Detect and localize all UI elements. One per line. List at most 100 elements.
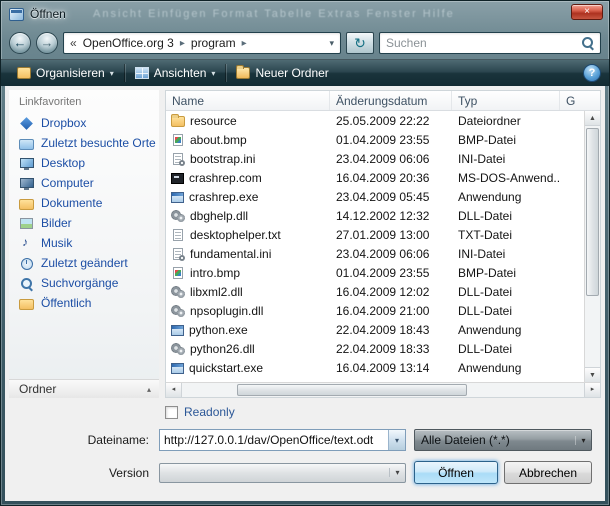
file-name: bootstrap.ini bbox=[190, 152, 255, 166]
vertical-scrollbar[interactable]: ▲ ▼ bbox=[584, 111, 600, 382]
views-icon bbox=[135, 67, 149, 79]
search-icon[interactable] bbox=[582, 37, 594, 49]
search-input[interactable] bbox=[386, 36, 582, 50]
file-date: 16.04.2009 20:36 bbox=[330, 171, 452, 185]
file-row[interactable]: bootstrap.ini 23.04.2009 06:06 INI-Datei bbox=[166, 149, 584, 168]
cancel-button[interactable]: Abbrechen bbox=[504, 461, 592, 484]
scroll-right-icon[interactable]: ▸ bbox=[584, 383, 600, 397]
navigation-bar: ← → « OpenOffice.org 3▸program▸ ▾ ↻ bbox=[1, 27, 609, 59]
file-row[interactable]: desktophelper.txt 27.01.2009 13:00 TXT-D… bbox=[166, 225, 584, 244]
readonly-label[interactable]: Readonly bbox=[184, 405, 235, 419]
filename-dropdown-icon[interactable]: ▾ bbox=[388, 430, 405, 450]
filetype-combobox[interactable]: Alle Dateien (*.*) ▾ bbox=[414, 429, 592, 451]
sidebar-item[interactable]: Zuletzt geändert bbox=[9, 253, 159, 273]
version-dropdown-icon[interactable]: ▾ bbox=[389, 468, 405, 477]
sidebar-item-icon bbox=[19, 157, 34, 170]
sidebar-item-label: Computer bbox=[41, 176, 94, 190]
scroll-up-icon[interactable]: ▲ bbox=[585, 111, 600, 126]
title-bar[interactable]: Öffnen Ansicht Einfügen Format Tabelle E… bbox=[1, 1, 609, 27]
file-name: npsoplugin.dll bbox=[190, 304, 263, 318]
filename-input[interactable] bbox=[160, 430, 388, 450]
new-folder-button[interactable]: Neuer Ordner bbox=[228, 63, 336, 83]
column-header-type[interactable]: Typ bbox=[452, 91, 560, 110]
sidebar-item[interactable]: Musik bbox=[9, 233, 159, 253]
sidebar-item[interactable]: Dropbox bbox=[9, 113, 159, 133]
file-row[interactable]: crashrep.com 16.04.2009 20:36 MS-DOS-Anw… bbox=[166, 168, 584, 187]
file-name: fundamental.ini bbox=[190, 247, 271, 261]
help-button[interactable]: ? bbox=[583, 64, 601, 82]
filetype-dropdown-icon[interactable]: ▾ bbox=[575, 436, 591, 445]
breadcrumb-separator-icon[interactable]: ▸ bbox=[176, 38, 189, 49]
views-button[interactable]: Ansichten ▾ bbox=[127, 63, 224, 83]
horizontal-scroll-thumb[interactable] bbox=[237, 384, 467, 396]
breadcrumb: OpenOffice.org 3▸program▸ bbox=[81, 36, 328, 50]
sidebar-item-label: Musik bbox=[41, 236, 72, 250]
file-date: 16.04.2009 13:14 bbox=[330, 361, 452, 375]
sidebar-item[interactable]: Bilder bbox=[9, 213, 159, 233]
breadcrumb-overflow-icon[interactable]: « bbox=[70, 36, 77, 50]
forward-button[interactable]: → bbox=[36, 32, 58, 54]
file-row[interactable]: dbghelp.dll 14.12.2002 12:32 DLL-Datei bbox=[166, 206, 584, 225]
file-type: DLL-Datei bbox=[452, 209, 560, 223]
breadcrumb-separator-icon[interactable]: ▸ bbox=[238, 38, 251, 49]
file-row[interactable]: quickstart.exe 16.04.2009 13:14 Anwendun… bbox=[166, 358, 584, 377]
file-row[interactable]: fundamental.ini 23.04.2009 06:06 INI-Dat… bbox=[166, 244, 584, 263]
readonly-checkbox[interactable] bbox=[165, 406, 178, 419]
breadcrumb-item[interactable]: OpenOffice.org 3 bbox=[81, 36, 176, 50]
file-name: libxml2.dll bbox=[190, 285, 243, 299]
file-name: intro.bmp bbox=[190, 266, 240, 280]
sidebar-item-icon bbox=[19, 257, 34, 270]
horizontal-scroll-track[interactable] bbox=[182, 383, 584, 397]
file-icon bbox=[173, 267, 183, 279]
sidebar-item[interactable]: Zuletzt besuchte Orte bbox=[9, 133, 159, 153]
folders-expander[interactable]: Ordner ▴ bbox=[9, 379, 159, 398]
file-row[interactable]: about.bmp 01.04.2009 23:55 BMP-Datei bbox=[166, 130, 584, 149]
file-type: DLL-Datei bbox=[452, 304, 560, 318]
vertical-scroll-track[interactable] bbox=[585, 126, 600, 367]
sidebar-item[interactable]: Computer bbox=[9, 173, 159, 193]
open-button[interactable]: Öffnen bbox=[414, 461, 498, 484]
sidebar-item[interactable]: Dokumente bbox=[9, 193, 159, 213]
sidebar-item-icon bbox=[19, 299, 34, 310]
column-header-date[interactable]: Änderungsdatum bbox=[330, 91, 452, 110]
search-box[interactable] bbox=[379, 32, 601, 54]
readonly-row: Readonly bbox=[165, 405, 601, 419]
address-dropdown-icon[interactable]: ▾ bbox=[327, 38, 336, 49]
scroll-left-icon[interactable]: ◂ bbox=[166, 383, 182, 397]
column-header-size[interactable]: G bbox=[560, 91, 600, 110]
address-bar[interactable]: « OpenOffice.org 3▸program▸ ▾ bbox=[63, 32, 341, 54]
version-combobox[interactable]: ▾ bbox=[159, 463, 406, 483]
filename-combobox[interactable]: ▾ bbox=[159, 429, 406, 451]
file-row[interactable]: libxml2.dll 16.04.2009 12:02 DLL-Datei bbox=[166, 282, 584, 301]
sidebar-item[interactable]: Desktop bbox=[9, 153, 159, 173]
sidebar-item-icon bbox=[19, 177, 34, 190]
file-date: 23.04.2009 05:45 bbox=[330, 190, 452, 204]
file-row[interactable]: intro.bmp 01.04.2009 23:55 BMP-Datei bbox=[166, 263, 584, 282]
file-icon bbox=[171, 286, 185, 298]
file-date: 27.01.2009 13:00 bbox=[330, 228, 452, 242]
scroll-down-icon[interactable]: ▼ bbox=[585, 367, 600, 382]
file-date: 01.04.2009 23:55 bbox=[330, 133, 452, 147]
sidebar-item[interactable]: Suchvorgänge bbox=[9, 273, 159, 293]
sidebar-item[interactable]: Öffentlich bbox=[9, 293, 159, 313]
file-row[interactable]: npsoplugin.dll 16.04.2009 21:00 DLL-Date… bbox=[166, 301, 584, 320]
close-button[interactable]: × bbox=[571, 4, 603, 20]
file-row[interactable]: python26.dll 22.04.2009 18:33 DLL-Datei bbox=[166, 339, 584, 358]
organize-button[interactable]: Organisieren ▾ bbox=[9, 63, 122, 83]
horizontal-scrollbar[interactable]: ◂ ▸ bbox=[166, 382, 600, 397]
folders-label: Ordner bbox=[19, 382, 56, 396]
chevron-down-icon: ▾ bbox=[211, 69, 215, 78]
column-header-name[interactable]: Name bbox=[166, 91, 330, 110]
file-name: crashrep.com bbox=[189, 171, 262, 185]
file-row[interactable]: resource 25.05.2009 22:22 Dateiordner bbox=[166, 111, 584, 130]
back-button[interactable]: ← bbox=[9, 32, 31, 54]
refresh-button[interactable]: ↻ bbox=[346, 32, 374, 54]
file-list-header: Name Änderungsdatum Typ G bbox=[166, 91, 600, 111]
file-row[interactable]: python.exe 22.04.2009 18:43 Anwendung bbox=[166, 320, 584, 339]
file-row[interactable]: crashrep.exe 23.04.2009 05:45 Anwendung bbox=[166, 187, 584, 206]
vertical-scroll-thumb[interactable] bbox=[586, 128, 599, 296]
file-name: desktophelper.txt bbox=[190, 228, 281, 242]
breadcrumb-item[interactable]: program bbox=[189, 36, 238, 50]
favorites-label: Linkfavoriten bbox=[19, 96, 159, 108]
file-icon bbox=[173, 153, 183, 165]
